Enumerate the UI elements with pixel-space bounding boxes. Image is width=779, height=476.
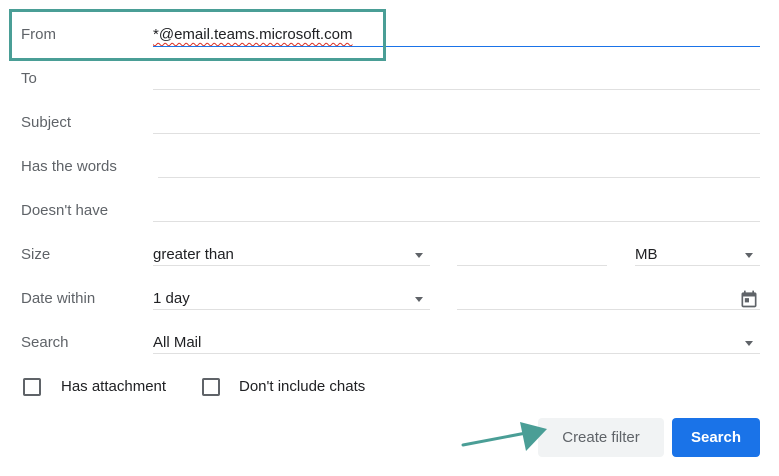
to-input[interactable] xyxy=(153,64,760,90)
has-words-input[interactable] xyxy=(158,152,760,178)
date-within-label: Date within xyxy=(21,290,96,307)
size-unit-value: MB xyxy=(635,246,658,263)
search-scope-label: Search xyxy=(21,334,69,351)
arrow-drop-down-icon xyxy=(415,297,423,302)
arrow-drop-down-icon xyxy=(745,341,753,346)
size-comparator-value: greater than xyxy=(153,246,234,263)
arrow-annotation xyxy=(461,422,547,451)
to-label: To xyxy=(21,70,37,87)
has-attachment-checkbox[interactable] xyxy=(23,378,41,396)
size-comparator-underline xyxy=(153,265,430,266)
subject-label: Subject xyxy=(21,114,72,131)
doesnt-have-underline xyxy=(153,221,760,222)
size-unit-underline xyxy=(635,265,760,266)
search-scope-value: All Mail xyxy=(153,334,202,351)
arrow-drop-down-icon xyxy=(745,253,753,258)
has-words-label: Has the words xyxy=(21,158,117,175)
date-range-value: 1 day xyxy=(153,290,190,307)
size-amount-underline xyxy=(457,265,607,266)
create-filter-button[interactable]: Create filter xyxy=(538,418,664,457)
size-amount-input[interactable] xyxy=(457,240,607,266)
size-comparator-select[interactable]: greater than xyxy=(153,240,430,266)
calendar-icon[interactable] xyxy=(739,289,759,309)
has-attachment-label[interactable]: Has attachment xyxy=(61,377,166,397)
date-range-select[interactable]: 1 day xyxy=(153,284,430,310)
doesnt-have-input[interactable] xyxy=(153,196,760,222)
search-button[interactable]: Search xyxy=(672,418,760,457)
from-highlight-box xyxy=(9,9,386,61)
has-words-underline xyxy=(158,177,760,178)
date-input[interactable] xyxy=(457,284,727,310)
to-underline xyxy=(153,89,760,90)
size-unit-select[interactable]: MB xyxy=(635,240,760,266)
search-scope-underline xyxy=(153,353,760,354)
dont-include-chats-label[interactable]: Don't include chats xyxy=(239,377,365,397)
subject-input[interactable] xyxy=(153,108,760,134)
search-scope-select[interactable]: All Mail xyxy=(153,328,760,354)
date-underline xyxy=(457,309,760,310)
date-range-underline xyxy=(153,309,430,310)
dont-include-chats-checkbox[interactable] xyxy=(202,378,220,396)
subject-underline xyxy=(153,133,760,134)
arrow-drop-down-icon xyxy=(415,253,423,258)
size-label: Size xyxy=(21,246,51,263)
doesnt-have-label: Doesn't have xyxy=(21,202,109,219)
